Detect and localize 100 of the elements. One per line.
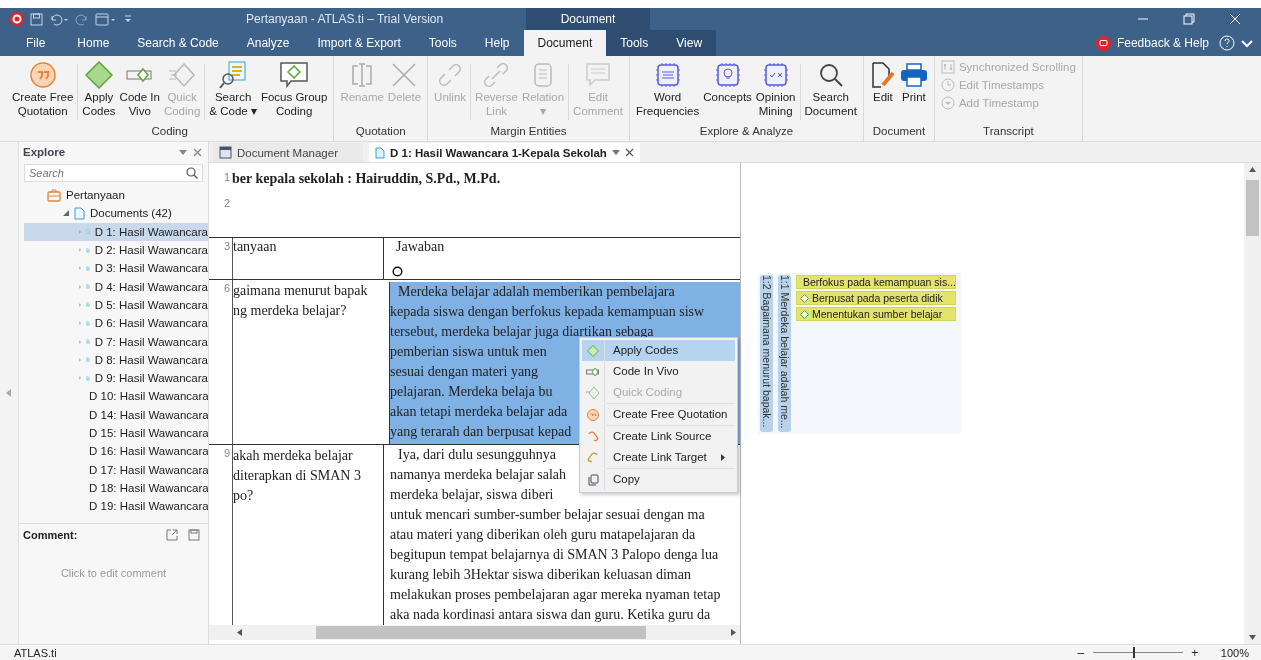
table-cell-text: Merdeka belajar adalah memberikan pembelajara [398, 284, 675, 299]
tree-item[interactable]: D 6: Hasil Wawancara [24, 314, 208, 333]
code-tag[interactable]: Menentukan sumber belajar [796, 307, 956, 321]
feedback-help-link[interactable]: Feedback & Help [1116, 36, 1209, 50]
clock-icon [940, 78, 955, 92]
menu-item[interactable]: Create Link Source [582, 426, 735, 447]
open-external-icon[interactable] [166, 529, 178, 542]
document-tab[interactable]: D 1: Hasil Wawancara 1-Kepala Sekolah [369, 143, 640, 162]
tree-item[interactable]: D 18: Hasil Wawancara [24, 478, 208, 498]
tree-item[interactable]: D 17: Hasil Wawancara [24, 460, 208, 479]
scrollbar-thumb[interactable] [1246, 180, 1259, 236]
tree-item[interactable]: D 1: Hasil Wawancara [24, 222, 208, 241]
table-cell-text: atau materi yang diberikan oleh guru matapelajaran da [390, 527, 696, 542]
quotation-bar[interactable]: 1:1 Merdeka belajar adalah me... [778, 275, 791, 432]
code-tag[interactable]: Berfokus pada kemampuan sis... [796, 275, 956, 289]
collapse-ribbon-icon[interactable] [1241, 37, 1253, 49]
menu-item[interactable]: Copy [582, 469, 735, 490]
unlink-icon [437, 62, 464, 88]
tree-item[interactable]: Documents (42) [24, 204, 208, 223]
ribbon-tab[interactable]: Help [470, 30, 524, 56]
search-icon [817, 62, 844, 88]
ribbon-tab[interactable]: Search & Code [123, 30, 233, 56]
help-icon[interactable] [1219, 35, 1235, 51]
ribbon-tab[interactable]: View [662, 30, 717, 56]
ribbon-button[interactable]: Search & Code ▾ [207, 60, 259, 118]
ribbon-tab[interactable]: Document [523, 30, 607, 56]
edit-document-icon [870, 61, 895, 89]
table-cell-text: aka nada kordinasi antara siswa dan guru. Ketika guru da [390, 607, 711, 622]
collapse-arrow-icon[interactable] [63, 210, 69, 217]
ribbon-tab[interactable]: File [0, 30, 64, 56]
tree-item[interactable]: D 9: Hasil Wawancara [24, 368, 208, 388]
chip-icon [654, 62, 681, 88]
ribbon-button[interactable]: Create Free Quotation [10, 60, 76, 118]
scroll-down-icon[interactable] [1249, 635, 1256, 640]
tree-item[interactable]: D 5: Hasil Wawancara [24, 295, 208, 315]
scroll-up-icon[interactable] [1249, 167, 1256, 172]
quick-coding-icon [168, 61, 197, 89]
ribbon-tab[interactable]: Import & Export [303, 30, 415, 56]
document-icon [74, 206, 85, 220]
feedback-icon[interactable] [1095, 35, 1111, 51]
tree-item[interactable]: D 10: Hasil Wawancara [24, 387, 208, 406]
dropdown-icon[interactable] [611, 150, 620, 155]
tree-item[interactable]: D 16: Hasil Wawancara [24, 442, 208, 461]
tree-item[interactable]: D 3: Hasil Wawancara [24, 259, 208, 278]
tree-item[interactable]: D 14: Hasil Wawancara [24, 405, 208, 424]
table-cell-text: tersebut, merdeka belajar juga diartikan sebaga [390, 324, 654, 339]
restore-icon[interactable] [1183, 13, 1195, 25]
ribbon-tab[interactable]: Home [63, 30, 124, 56]
ribbon-group-label: Explore & Analyze [698, 125, 795, 139]
close-icon[interactable] [193, 147, 202, 157]
quotation-bar[interactable]: 1:2 Bagaimana menurut bapak... [760, 275, 773, 432]
zoom-slider[interactable] [1092, 647, 1183, 658]
scroll-left-icon[interactable] [237, 629, 242, 636]
search-icon [186, 167, 198, 179]
chip-icon [714, 62, 741, 88]
undo-icon[interactable] [49, 12, 69, 26]
zoom-in-button[interactable]: + [1188, 645, 1201, 660]
zoom-out-button[interactable]: – [1074, 645, 1087, 660]
ribbon-button[interactable]: Opinion Mining [753, 60, 798, 118]
tree-item[interactable]: D 15: Hasil Wawancara [24, 423, 208, 443]
search-field[interactable]: Search [24, 164, 203, 182]
ribbon-button[interactable]: Search Document [802, 60, 859, 118]
ribbon-button[interactable]: Word Frequencies [633, 60, 702, 118]
window-title: Pertanyaan - ATLAS.ti – Trial Version [246, 12, 445, 26]
close-icon[interactable] [624, 148, 634, 157]
ribbon-button[interactable]: Focus Group Coding [258, 60, 330, 118]
down-circle-icon [940, 96, 955, 110]
table-cell-text: namanya merdeka belajar salah [390, 467, 567, 482]
ribbon-tab[interactable]: Analyze [232, 30, 304, 56]
tree-item[interactable]: D 7: Hasil Wawancara [24, 332, 208, 351]
ribbon-group-label: Transcript [982, 125, 1035, 139]
menu-item[interactable]: Apply Codes [582, 340, 735, 361]
tree-item[interactable]: D 2: Hasil Wawancara [24, 240, 208, 260]
code-tag[interactable]: Berpusat pada peserta didik [796, 291, 956, 305]
ribbon-button[interactable]: Edit [867, 60, 898, 104]
tree-item[interactable]: D 4: Hasil Wawancara [24, 277, 208, 296]
ribbon-button[interactable]: Print [897, 60, 930, 104]
ribbon-button[interactable]: Apply Codes [80, 60, 118, 118]
ribbon-button[interactable]: Concepts [701, 60, 754, 104]
status-text: ATLAS.ti [14, 646, 57, 659]
tree-item[interactable]: D 8: Hasil Wawancara [24, 350, 208, 369]
chip-icon [762, 62, 789, 88]
table-cell-text: Iya, dari dulu sesungguhnya [398, 447, 556, 462]
ribbon-button[interactable]: Code In Vivo [117, 60, 162, 118]
window-layout-icon[interactable] [95, 12, 117, 26]
scrollbar-thumb[interactable] [316, 626, 646, 639]
tree-item[interactable]: D 19: Hasil Wawancara [24, 497, 208, 516]
copy-icon [587, 473, 599, 486]
expand-left-icon[interactable] [6, 389, 12, 397]
ribbon-tab[interactable]: Tools [606, 30, 663, 56]
dropdown-icon[interactable] [179, 149, 187, 155]
redo-icon[interactable] [75, 12, 89, 26]
tree-item[interactable]: Pertanyaan [24, 186, 208, 205]
table-cell-text: gaimana menurut bapak [233, 283, 368, 298]
save-icon[interactable] [188, 529, 200, 542]
ribbon-tab[interactable]: Tools [414, 30, 471, 56]
menu-item[interactable]: Code In Vivo [582, 361, 735, 382]
document-icon [375, 146, 385, 159]
scroll-right-icon[interactable] [731, 629, 736, 636]
document-tab[interactable]: Document Manager [213, 143, 363, 162]
